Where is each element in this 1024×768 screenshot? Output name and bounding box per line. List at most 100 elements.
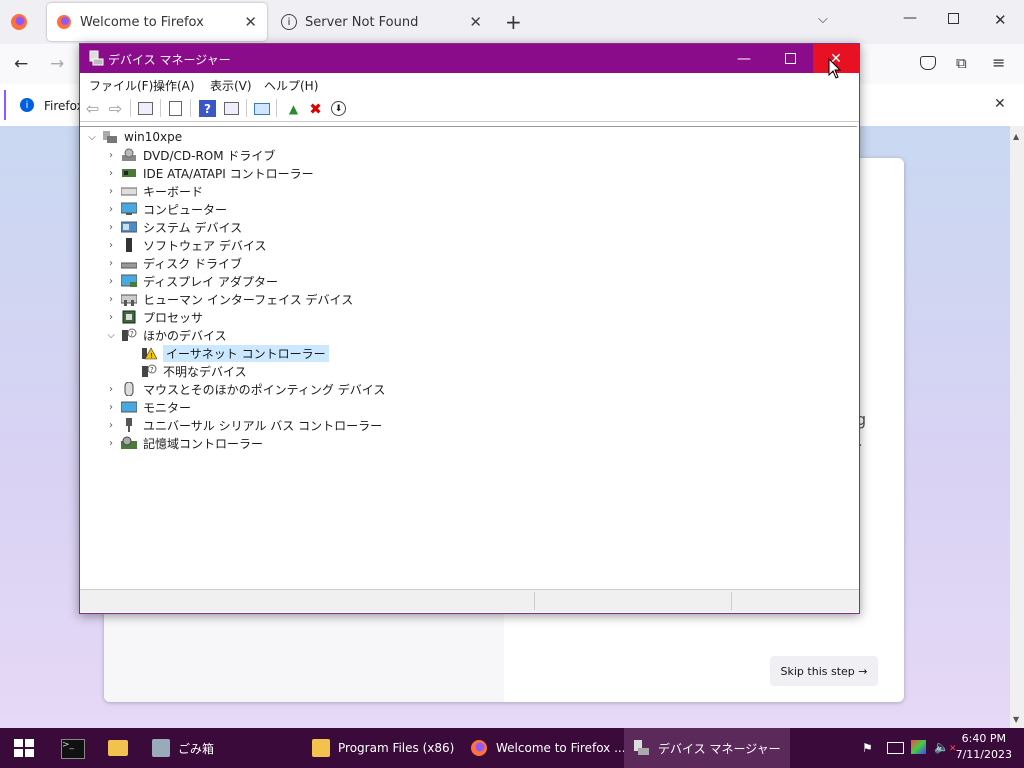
unknown-device-icon: ? xyxy=(141,364,157,378)
menu-file[interactable]: ファイル(F) xyxy=(89,77,153,94)
device-manager-icon xyxy=(89,50,104,66)
other-devices-icon: ? xyxy=(121,328,137,342)
taskbar-item-program-files[interactable]: Program Files (x86) xyxy=(306,728,462,768)
uninstall-device-icon[interactable]: ✖ xyxy=(307,100,324,118)
minimize-button[interactable]: — xyxy=(721,44,767,73)
tab-welcome[interactable]: Welcome to Firefox ✕ xyxy=(47,3,267,41)
device-tree[interactable]: ⌵ win10xpe › DVD/CD-ROM ドライブ › IDE ATA/A… xyxy=(80,126,857,588)
disable-device-icon[interactable]: ⬇ xyxy=(330,100,347,117)
tree-root[interactable]: win10xpe xyxy=(102,128,182,146)
computer-root-icon xyxy=(102,130,118,144)
properties-icon[interactable] xyxy=(167,100,184,117)
new-tab-icon[interactable]: + xyxy=(505,10,522,34)
tree-item-computer[interactable]: コンピューター xyxy=(120,200,227,218)
tree-item-processors[interactable]: プロセッサ xyxy=(121,308,203,326)
dvd-icon xyxy=(121,148,137,162)
pocket-icon[interactable] xyxy=(920,56,936,70)
tree-item-usb-controllers[interactable]: ユニバーサル シリアル バス コントローラー xyxy=(121,416,382,434)
tree-item-ide[interactable]: IDE ATA/ATAPI コントローラー xyxy=(121,164,314,182)
tab-server-not-found[interactable]: i Server Not Found ✕ xyxy=(272,3,492,41)
tree-item-dvd[interactable]: DVD/CD-ROM ドライブ xyxy=(121,146,275,164)
taskbar: >_ ごみ箱 Program Files (x86) Welcome to Fi… xyxy=(0,728,1024,768)
toolbar: ⇦ ⇨ ? ▲ ✖ ⬇ xyxy=(80,95,859,122)
forward-icon[interactable]: → xyxy=(50,54,64,74)
tree-item-other-devices[interactable]: ? ほかのデバイス xyxy=(121,326,227,344)
close-window-icon[interactable]: ✕ xyxy=(994,11,1007,29)
taskbar-item-recycle-bin[interactable]: ごみ箱 xyxy=(148,728,292,768)
system-clock[interactable]: 6:40 PM 7/11/2023 xyxy=(956,731,1012,763)
expand-chevron-icon[interactable]: › xyxy=(106,254,116,272)
start-windows-icon[interactable] xyxy=(14,739,34,757)
expand-chevron-icon[interactable]: › xyxy=(106,182,116,200)
taskbar-item-device-manager[interactable]: デバイス マネージャー xyxy=(624,728,790,768)
help-icon[interactable]: ? xyxy=(199,100,216,117)
tree-item-keyboard[interactable]: キーボード xyxy=(120,182,203,200)
expand-chevron-icon[interactable]: › xyxy=(106,434,116,452)
expand-chevron-icon[interactable]: › xyxy=(106,380,116,398)
update-driver-icon[interactable]: ▲ xyxy=(285,100,302,117)
warning-device-icon: ! xyxy=(141,346,158,360)
expand-chevron-icon[interactable]: › xyxy=(106,398,116,416)
recycle-bin-icon xyxy=(152,739,170,757)
monitor-icon xyxy=(120,400,138,414)
menu-view[interactable]: 表示(V) xyxy=(210,77,252,94)
collapse-chevron-icon[interactable]: ⌵ xyxy=(106,326,116,344)
tray-network-icon[interactable]: ⚑ xyxy=(862,741,873,755)
usb-icon xyxy=(121,418,137,432)
tree-item-hid[interactable]: ヒューマン インターフェイス デバイス xyxy=(120,290,353,308)
expand-chevron-icon[interactable]: › xyxy=(106,236,116,254)
expand-chevron-icon[interactable]: › xyxy=(106,416,116,434)
expand-chevron-icon[interactable]: › xyxy=(106,200,116,218)
expand-chevron-icon[interactable]: › xyxy=(106,146,116,164)
expand-chevron-icon[interactable]: › xyxy=(106,218,116,236)
title-bar[interactable]: デバイス マネージャー — ✕ xyxy=(80,44,859,73)
expand-chevron-icon[interactable]: › xyxy=(106,272,116,290)
back-arrow-icon[interactable]: ⇦ xyxy=(84,99,101,118)
tree-item-storage-controllers[interactable]: 記憶域コントローラー xyxy=(121,434,263,452)
file-explorer-icon[interactable] xyxy=(108,740,128,756)
expand-chevron-icon[interactable]: › xyxy=(106,308,116,326)
device-manager-icon xyxy=(632,739,650,757)
minimize-icon[interactable]: — xyxy=(903,10,917,26)
show-hide-console-tree-icon[interactable] xyxy=(137,100,154,117)
tree-item-unknown-device[interactable]: ? 不明なデバイス xyxy=(141,362,247,380)
device-manager-window: デバイス マネージャー — ✕ ファイル(F) 操作(A) 表示(V) ヘルプ(… xyxy=(79,43,860,614)
tree-item-mice[interactable]: マウスとそのほかのポインティング デバイス xyxy=(121,380,385,398)
menu-help[interactable]: ヘルプ(H) xyxy=(264,77,318,94)
tree-item-software-devices[interactable]: ソフトウェア デバイス xyxy=(121,236,266,254)
firefox-menu-icon[interactable] xyxy=(10,13,28,31)
tree-item-display-adapters[interactable]: ディスプレイ アダプター xyxy=(120,272,278,290)
tree-item-ethernet-controller[interactable]: ! イーサネット コントローラー xyxy=(141,344,329,362)
tray-display-icon[interactable] xyxy=(911,740,926,754)
forward-arrow-icon[interactable]: ⇨ xyxy=(107,99,124,118)
action-pane-icon[interactable] xyxy=(223,100,240,117)
tab-list-chevron-icon[interactable]: ⌵ xyxy=(818,12,828,27)
expand-chevron-icon[interactable]: › xyxy=(106,164,116,182)
skip-step-button[interactable]: Skip this step → xyxy=(770,656,878,686)
command-prompt-icon[interactable]: >_ xyxy=(61,739,85,759)
firefox-tab-icon xyxy=(57,15,71,29)
close-notice-icon[interactable]: ✕ xyxy=(994,96,1006,112)
tree-item-system-devices[interactable]: システム デバイス xyxy=(120,218,242,236)
extensions-icon[interactable]: ⧉ xyxy=(956,54,967,72)
expand-chevron-icon[interactable]: › xyxy=(106,290,116,308)
mouse-icon xyxy=(121,381,137,397)
menu-action[interactable]: 操作(A) xyxy=(153,77,195,94)
hamburger-menu-icon[interactable]: ≡ xyxy=(992,53,1005,72)
tray-volume-muted-icon[interactable]: 🔈✕ xyxy=(934,740,957,754)
software-device-icon xyxy=(121,238,137,252)
tray-keyboard-icon[interactable] xyxy=(887,742,904,754)
svg-text:?: ? xyxy=(130,330,134,338)
tree-item-disk-drives[interactable]: ディスク ドライブ xyxy=(120,254,242,272)
taskbar-item-firefox[interactable]: Welcome to Firefox ... xyxy=(464,728,626,768)
page-scrollbar[interactable]: ▲ ▼ xyxy=(1010,126,1024,728)
collapse-chevron-icon[interactable]: ⌵ xyxy=(87,128,97,146)
back-icon[interactable]: ← xyxy=(14,54,28,74)
close-tab-icon[interactable]: ✕ xyxy=(469,13,482,31)
tree-item-monitors[interactable]: モニター xyxy=(120,398,191,416)
folder-icon xyxy=(312,739,330,757)
maximize-button[interactable] xyxy=(767,44,813,73)
restore-icon[interactable] xyxy=(948,13,959,24)
close-tab-icon[interactable]: ✕ xyxy=(244,13,257,31)
scan-hardware-icon[interactable] xyxy=(253,100,270,117)
